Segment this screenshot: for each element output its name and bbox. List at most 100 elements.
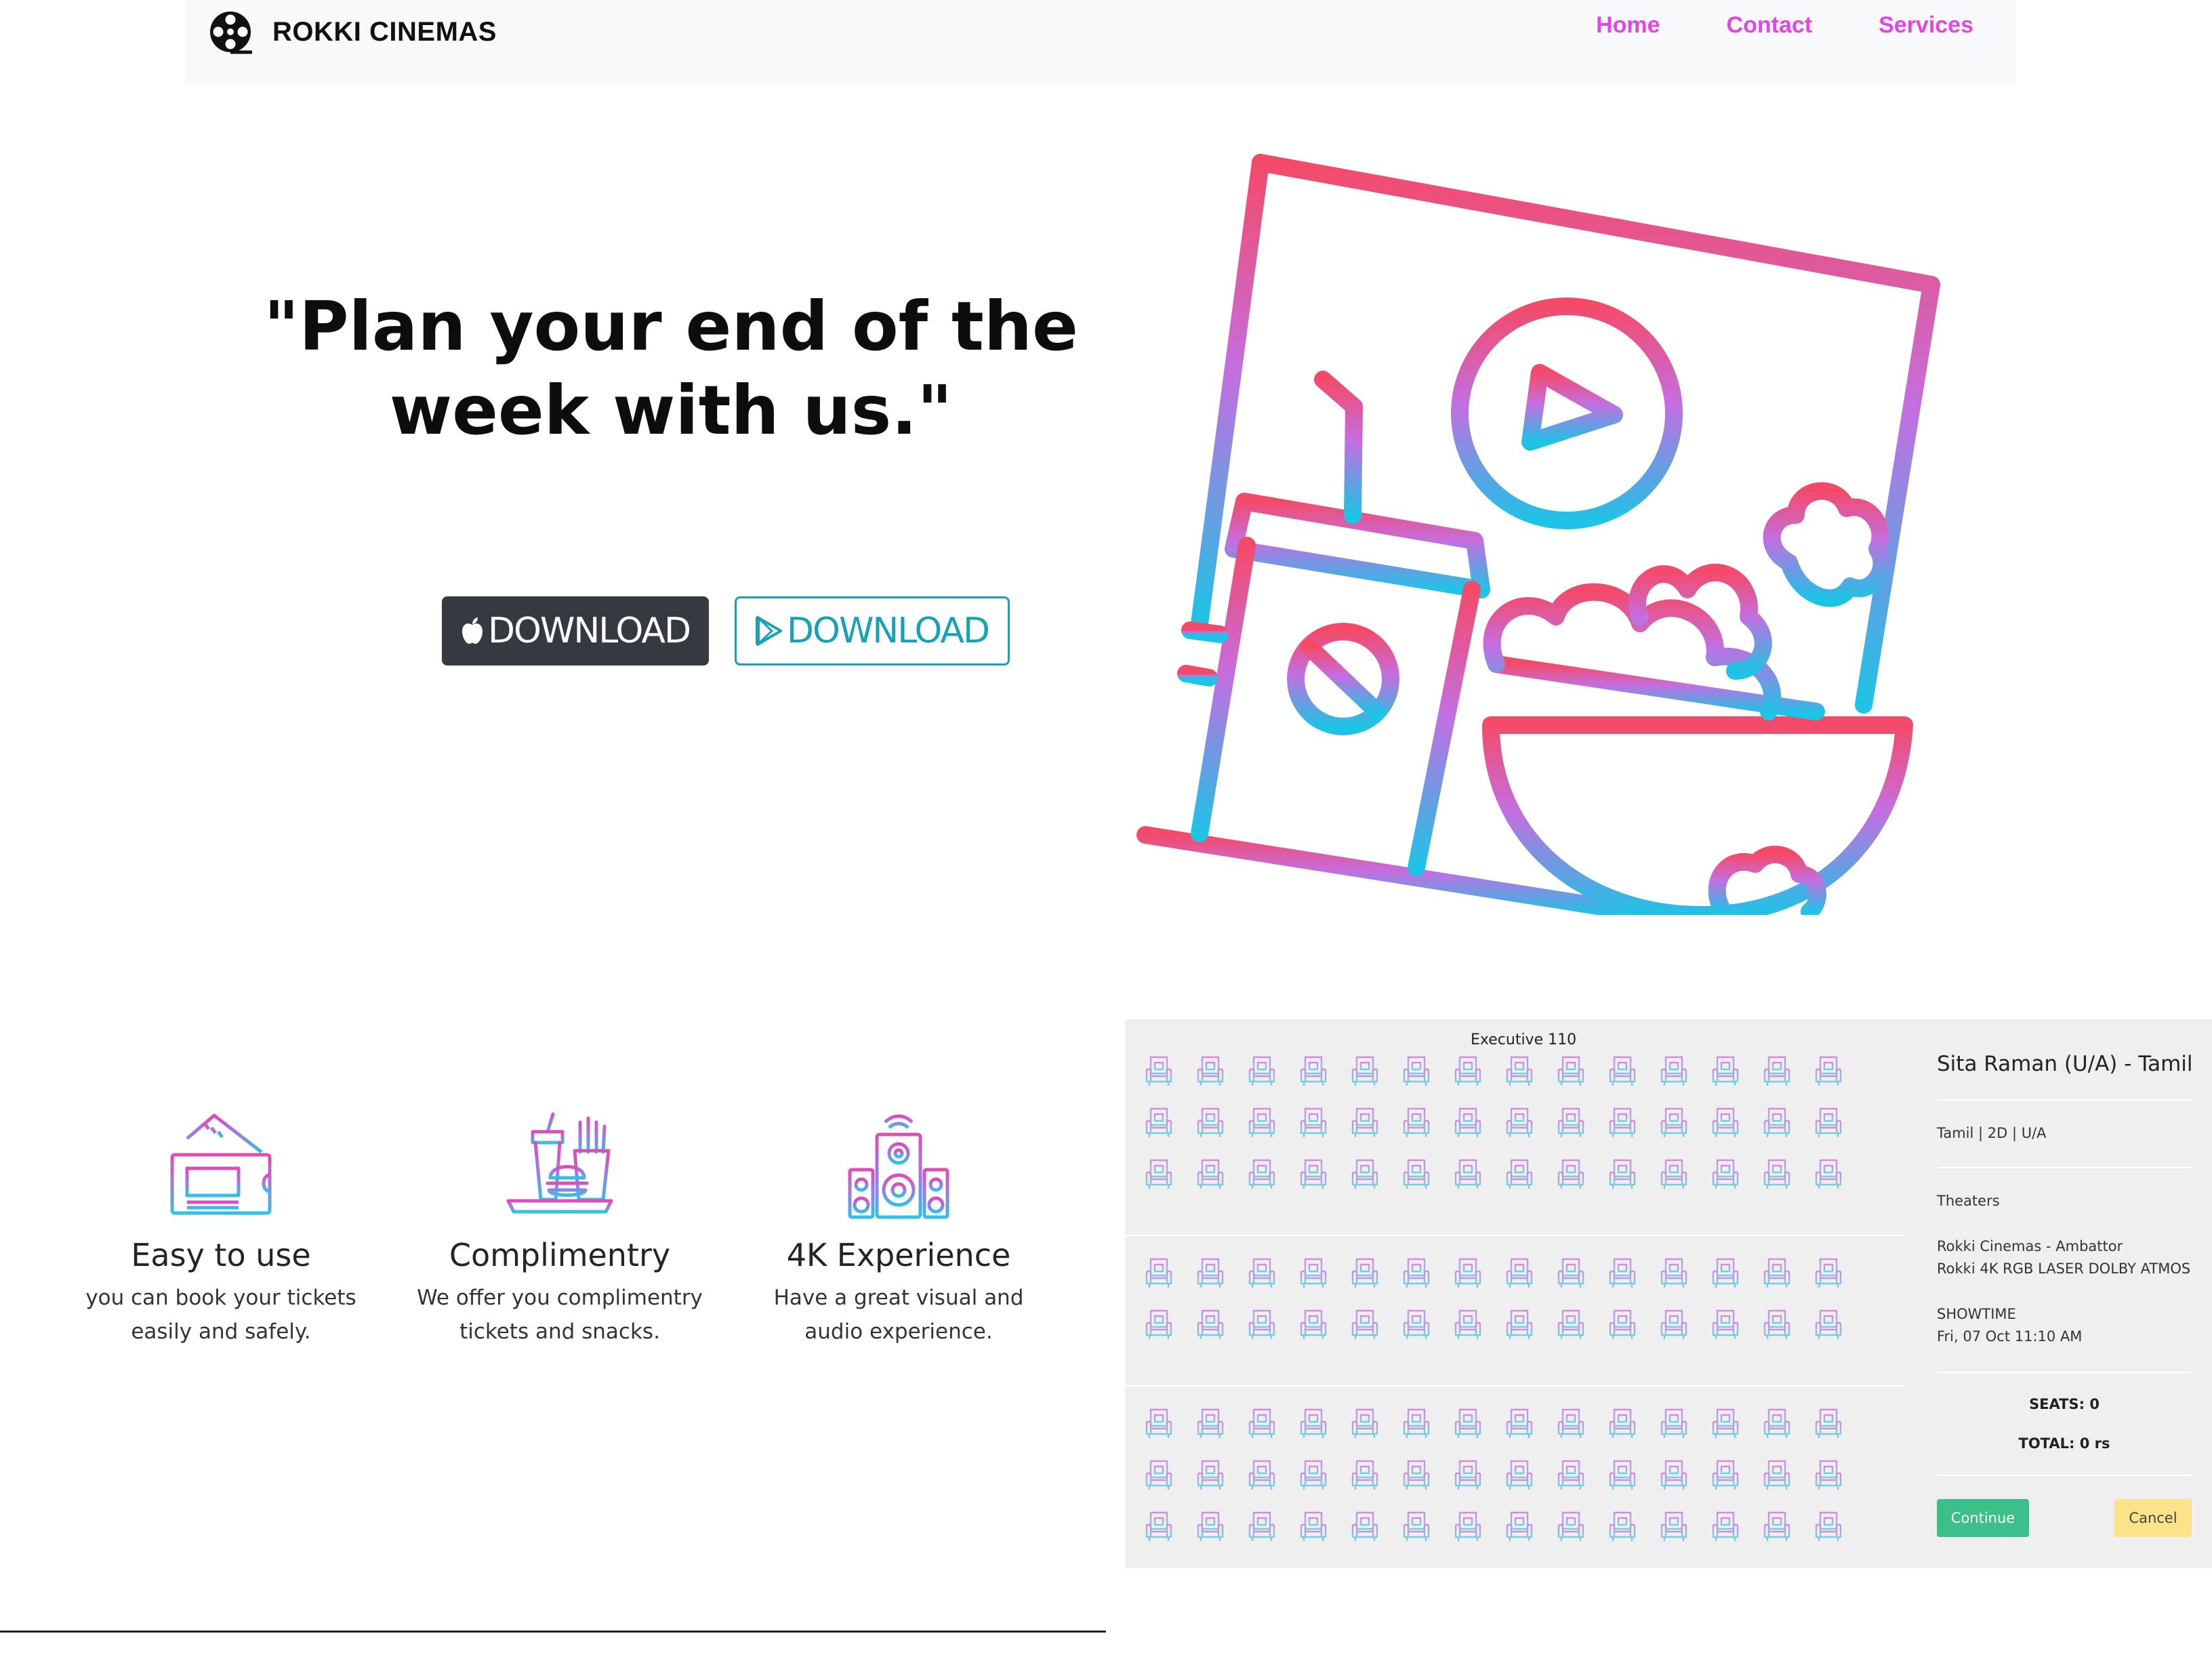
seat-icon[interactable] [1597,1153,1648,1194]
seat-icon[interactable] [1288,1506,1339,1547]
seat-icon[interactable] [1648,1102,1700,1143]
seat-icon[interactable] [1288,1153,1339,1194]
seat-icon[interactable] [1339,1050,1391,1091]
seat-icon[interactable] [1133,1304,1185,1345]
seat-icon[interactable] [1494,1403,1545,1443]
seat-icon[interactable] [1133,1102,1185,1143]
seat-icon[interactable] [1494,1506,1545,1547]
seat-icon[interactable] [1442,1102,1494,1143]
seat-icon[interactable] [1597,1403,1648,1443]
seat-icon[interactable] [1236,1304,1288,1345]
seat-icon[interactable] [1700,1252,1751,1293]
seat-icon[interactable] [1751,1102,1803,1143]
seat-icon[interactable] [1288,1102,1339,1143]
seat-icon[interactable] [1442,1506,1494,1547]
seat-icon[interactable] [1545,1304,1597,1345]
seat-icon[interactable] [1751,1252,1803,1293]
seat-icon[interactable] [1803,1454,1854,1495]
seat-icon[interactable] [1391,1153,1442,1194]
seat-icon[interactable] [1185,1506,1236,1547]
seat-icon[interactable] [1648,1403,1700,1443]
seat-icon[interactable] [1185,1050,1236,1091]
seat-icon[interactable] [1391,1403,1442,1443]
seat-icon[interactable] [1185,1153,1236,1194]
seat-icon[interactable] [1133,1506,1185,1547]
seat-icon[interactable] [1391,1252,1442,1293]
seat-icon[interactable] [1597,1454,1648,1495]
seat-icon[interactable] [1545,1102,1597,1143]
seat-icon[interactable] [1133,1153,1185,1194]
seat-icon[interactable] [1803,1304,1854,1345]
seat-icon[interactable] [1185,1252,1236,1293]
seat-icon[interactable] [1700,1153,1751,1194]
seat-icon[interactable] [1288,1050,1339,1091]
seat-icon[interactable] [1597,1506,1648,1547]
seat-icon[interactable] [1236,1454,1288,1495]
seat-icon[interactable] [1648,1252,1700,1293]
seat-icon[interactable] [1339,1102,1391,1143]
seat-icon[interactable] [1700,1102,1751,1143]
seat-icon[interactable] [1751,1153,1803,1194]
seat-icon[interactable] [1494,1454,1545,1495]
seat-icon[interactable] [1494,1102,1545,1143]
seat-icon[interactable] [1339,1252,1391,1293]
seat-icon[interactable] [1545,1403,1597,1443]
seat-icon[interactable] [1700,1454,1751,1495]
seat-icon[interactable] [1597,1252,1648,1293]
seat-icon[interactable] [1339,1506,1391,1547]
play-store-download-button[interactable]: DOWNLOAD [735,596,1010,665]
seat-icon[interactable] [1236,1102,1288,1143]
seat-icon[interactable] [1700,1050,1751,1091]
seat-icon[interactable] [1339,1304,1391,1345]
seat-icon[interactable] [1236,1050,1288,1091]
seat-icon[interactable] [1339,1454,1391,1495]
nav-link-contact[interactable]: Contact [1727,12,1813,39]
seat-icon[interactable] [1545,1506,1597,1547]
seat-icon[interactable] [1494,1050,1545,1091]
seat-icon[interactable] [1648,1506,1700,1547]
seat-icon[interactable] [1185,1102,1236,1143]
seat-icon[interactable] [1339,1403,1391,1443]
seat-icon[interactable] [1185,1403,1236,1443]
seat-icon[interactable] [1288,1454,1339,1495]
seat-icon[interactable] [1803,1506,1854,1547]
seat-icon[interactable] [1442,1454,1494,1495]
seat-icon[interactable] [1700,1403,1751,1443]
seat-icon[interactable] [1648,1050,1700,1091]
seat-icon[interactable] [1751,1454,1803,1495]
seat-icon[interactable] [1803,1102,1854,1143]
nav-link-services[interactable]: Services [1879,12,1973,39]
continue-button[interactable]: Continue [1937,1499,2029,1537]
seat-icon[interactable] [1185,1304,1236,1345]
seat-icon[interactable] [1339,1153,1391,1194]
seat-icon[interactable] [1648,1153,1700,1194]
seat-icon[interactable] [1545,1454,1597,1495]
seat-icon[interactable] [1133,1454,1185,1495]
seat-icon[interactable] [1597,1304,1648,1345]
seat-icon[interactable] [1648,1304,1700,1345]
seat-icon[interactable] [1133,1050,1185,1091]
app-store-download-button[interactable]: DOWNLOAD [442,596,709,665]
seat-icon[interactable] [1442,1153,1494,1194]
seat-icon[interactable] [1751,1506,1803,1547]
seat-icon[interactable] [1236,1153,1288,1194]
seat-icon[interactable] [1597,1102,1648,1143]
seat-icon[interactable] [1236,1403,1288,1443]
seat-icon[interactable] [1391,1050,1442,1091]
seat-icon[interactable] [1442,1304,1494,1345]
seat-icon[interactable] [1133,1403,1185,1443]
seat-icon[interactable] [1442,1252,1494,1293]
seat-icon[interactable] [1185,1454,1236,1495]
seat-icon[interactable] [1288,1304,1339,1345]
seat-icon[interactable] [1751,1304,1803,1345]
seat-icon[interactable] [1442,1050,1494,1091]
seat-icon[interactable] [1803,1403,1854,1443]
seat-icon[interactable] [1751,1403,1803,1443]
seat-icon[interactable] [1494,1252,1545,1293]
seat-icon[interactable] [1545,1050,1597,1091]
seat-icon[interactable] [1700,1304,1751,1345]
brand[interactable]: ROKKI CINEMAS [207,7,497,57]
seat-icon[interactable] [1494,1153,1545,1194]
seat-icon[interactable] [1803,1050,1854,1091]
seat-icon[interactable] [1236,1252,1288,1293]
